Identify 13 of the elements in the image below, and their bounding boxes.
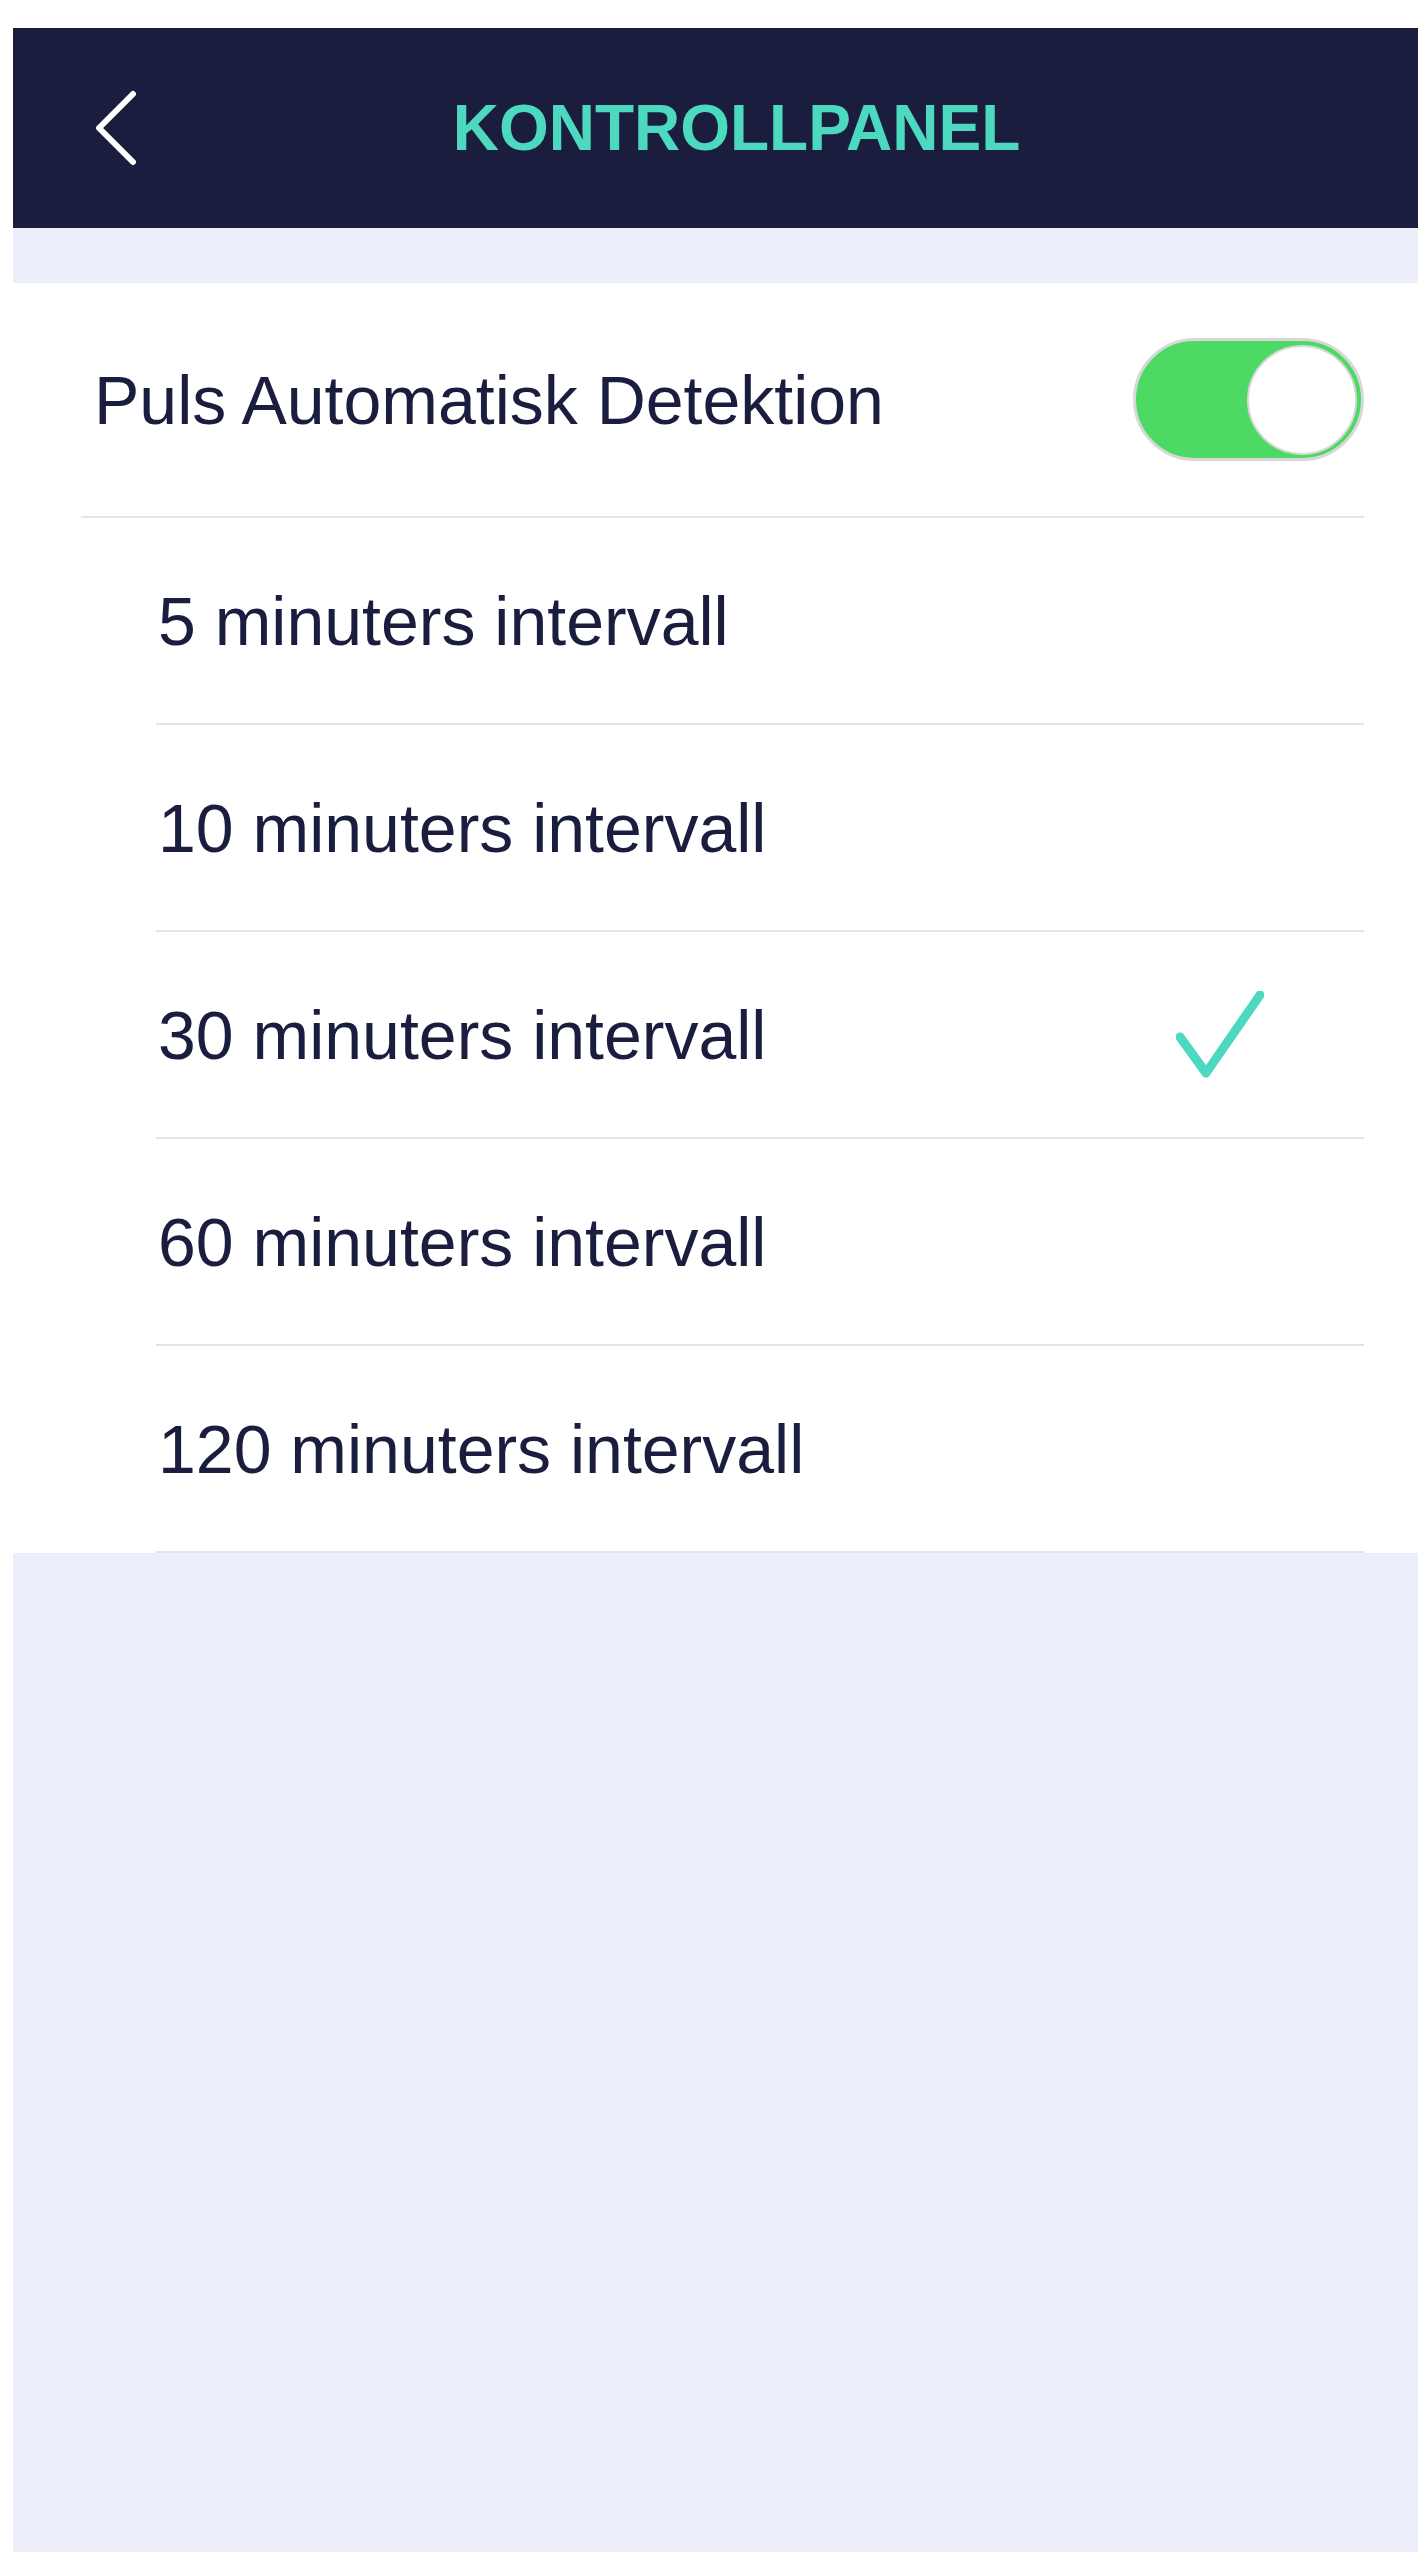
interval-option[interactable]: 120 minuters intervall bbox=[156, 1346, 1364, 1553]
page-title: KONTROLLPANEL bbox=[451, 91, 1021, 166]
option-label: 120 minuters intervall bbox=[158, 1409, 805, 1489]
back-icon bbox=[93, 90, 137, 166]
interval-option[interactable]: 60 minuters intervall bbox=[156, 1139, 1364, 1346]
interval-option[interactable]: 5 minuters intervall bbox=[156, 518, 1364, 725]
interval-option[interactable]: 10 minuters intervall bbox=[156, 725, 1364, 932]
option-label: 30 minuters intervall bbox=[158, 995, 767, 1075]
option-label: 10 minuters intervall bbox=[158, 788, 767, 868]
interval-option[interactable]: 30 minuters intervall bbox=[156, 932, 1364, 1139]
option-label: 60 minuters intervall bbox=[158, 1202, 767, 1282]
setting-label: Puls Automatisk Detektion bbox=[94, 360, 884, 440]
option-label: 5 minuters intervall bbox=[158, 581, 729, 661]
